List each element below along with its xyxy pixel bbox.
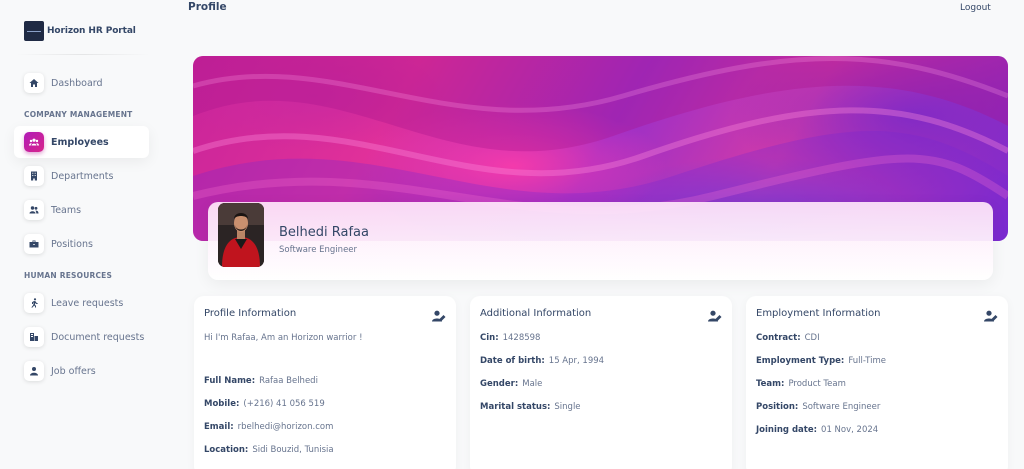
field-position: Position: Software Engineer [756,402,880,412]
user-edit-icon[interactable] [432,307,446,322]
field-full-name: Full Name: Rafaa Belhedi [204,376,318,386]
field-date-of-birth: Date of birth: 15 Apr, 1994 [480,356,604,366]
field-value: Sidi Bouzid, Tunisia [252,445,334,455]
field-cin: Cin: 1428598 [480,333,540,343]
sidebar-item-positions[interactable]: Positions [14,228,149,260]
user-edit-icon[interactable] [984,307,998,322]
field-label: Employment Type: [756,356,845,366]
field-value: Single [554,402,581,412]
field-value: (+216) 41 056 519 [243,399,325,409]
sidebar-item-departments[interactable]: Departments [14,160,149,192]
field-label: Location: [204,445,249,455]
section-heading-company-management: COMPANY MANAGEMENT [24,110,133,119]
field-value: Male [522,379,543,389]
profile-bio: Hi I'm Rafaa, Am an Horizon warrior ! [204,333,363,343]
briefcase-icon [24,234,44,254]
field-value: Product Team [788,379,846,389]
field-label: Date of birth: [480,356,545,366]
field-team: Team: Product Team [756,379,846,389]
profile-name: Belhedi Rafaa [279,225,369,240]
field-joining-date: Joining date: 01 Nov, 2024 [756,425,878,435]
card-title: Additional Information [480,308,592,319]
field-label: Position: [756,402,799,412]
sidebar-item-leave-requests[interactable]: Leave requests [14,287,149,319]
field-label: Cin: [480,333,499,343]
sidebar-item-label: Employees [51,136,109,148]
sidebar-item-dashboard[interactable]: Dashboard [14,67,149,99]
sidebar: Horizon HR Portal Dashboard COMPANY MANA… [0,0,160,469]
field-label: Email: [204,422,234,432]
field-contract: Contract: CDI [756,333,820,343]
field-marital-status: Marital status: Single [480,402,581,412]
field-location: Location: Sidi Bouzid, Tunisia [204,445,334,455]
card-title: Employment Information [756,308,881,319]
profile-role: Software Engineer [279,245,358,255]
field-value: 01 Nov, 2024 [821,425,879,435]
profile-information-card: Profile Information Hi I'm Rafaa, Am an … [194,296,456,469]
field-value: Rafaa Belhedi [259,376,318,386]
field-mobile: Mobile: (+216) 41 056 519 [204,399,325,409]
sidebar-item-label: Document requests [51,331,145,343]
field-label: Contract: [756,333,801,343]
field-value: Full-Time [848,356,886,366]
sidebar-item-label: Teams [51,204,82,216]
sidebar-item-label: Dashboard [51,77,103,89]
field-value: rbelhedi@horizon.com [237,422,334,432]
sidebar-item-label: Leave requests [51,297,124,309]
section-heading-human-resources: HUMAN RESOURCES [24,271,113,280]
sidebar-item-teams[interactable]: Teams [14,194,149,226]
brand-logo [24,21,44,41]
sidebar-item-label: Positions [51,238,93,250]
logout-link[interactable]: Logout [960,3,991,13]
group-icon [24,200,44,220]
field-employment-type: Employment Type: Full-Time [756,356,886,366]
sidebar-item-job-offers[interactable]: Job offers [14,355,149,387]
walking-icon [24,293,44,313]
field-label: Marital status: [480,402,551,412]
sidebar-item-label: Job offers [51,365,96,377]
employment-information-card: Employment Information Contract: CDI Empl… [746,296,1008,469]
profile-header-card: Belhedi Rafaa Software Engineer [208,202,993,280]
brand-name: Horizon HR Portal [47,26,136,36]
people-icon [24,132,44,152]
field-value: CDI [804,333,820,343]
field-label: Team: [756,379,785,389]
user-edit-icon[interactable] [708,307,722,322]
field-gender: Gender: Male [480,379,542,389]
sidebar-item-label: Departments [51,170,114,182]
additional-information-card: Additional Information Cin: 1428598 Date … [470,296,732,469]
field-value: 1428598 [502,333,541,343]
field-email: Email: rbelhedi@horizon.com [204,422,333,432]
sidebar-item-document-requests[interactable]: Document requests [14,321,149,353]
avatar [218,203,264,267]
brand[interactable]: Horizon HR Portal [24,21,136,41]
sidebar-divider [16,54,150,55]
sidebar-item-employees[interactable]: Employees [14,126,149,158]
field-value: Software Engineer [802,402,881,412]
field-label: Joining date: [756,425,818,435]
card-title: Profile Information [204,308,297,319]
home-icon [24,73,44,93]
field-label: Full Name: [204,376,256,386]
document-building-icon [24,327,44,347]
field-label: Gender: [480,379,519,389]
person-icon [24,361,44,381]
field-value: 15 Apr, 1994 [548,356,605,366]
field-label: Mobile: [204,399,240,409]
page-title: Profile [188,1,227,13]
building-icon [24,166,44,186]
